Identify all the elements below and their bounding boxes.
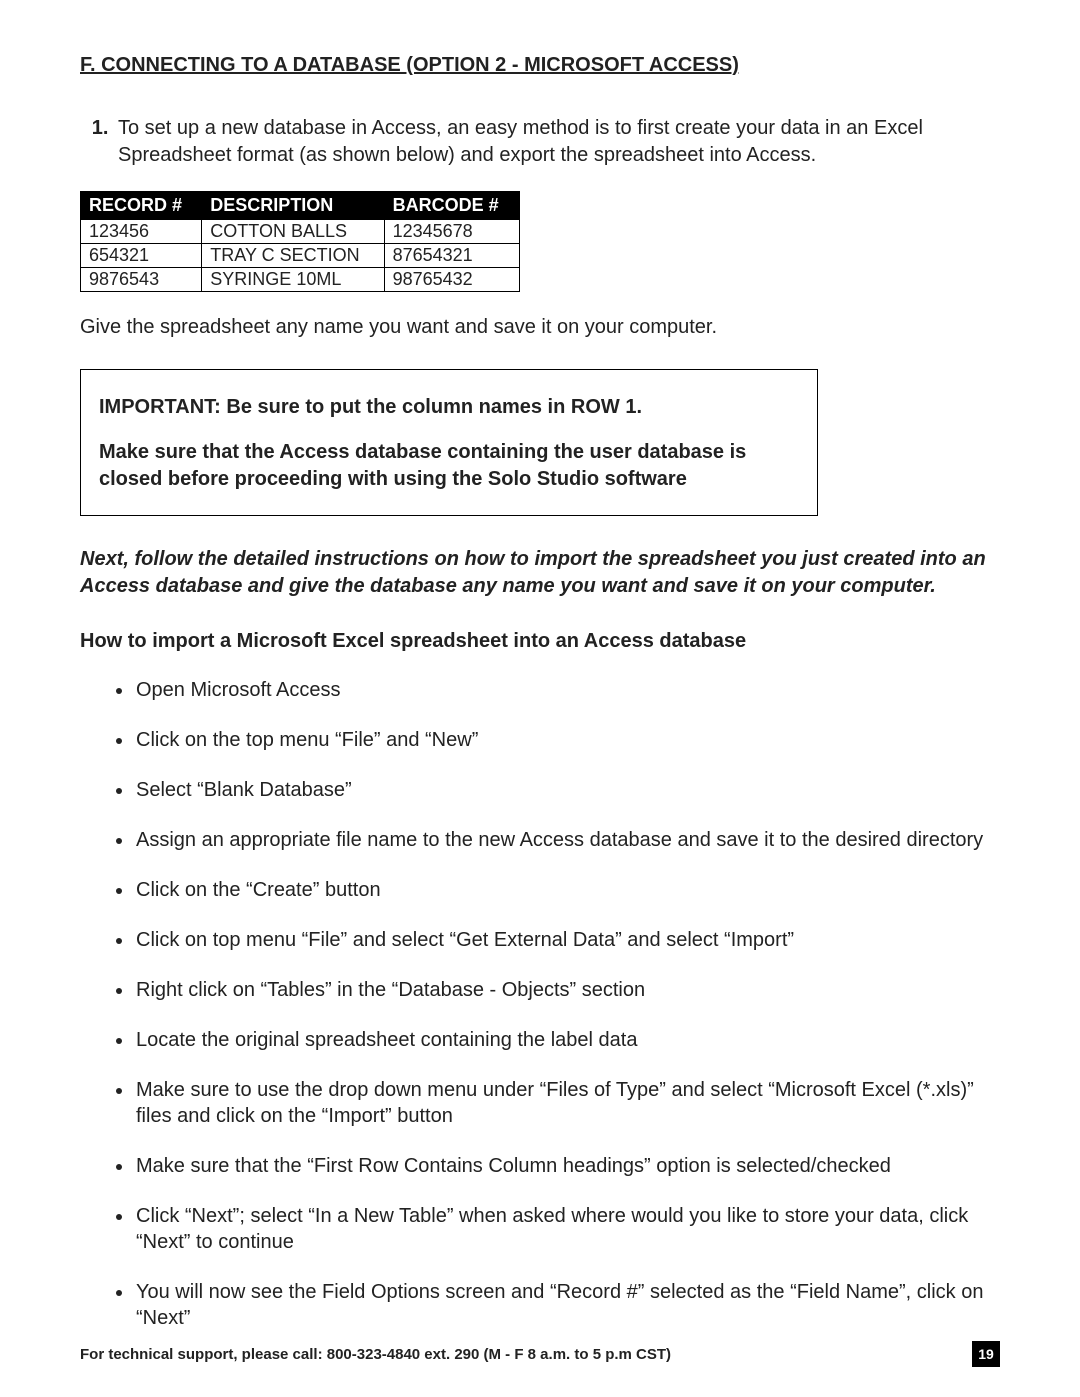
table-row: 123456 COTTON BALLS 12345678	[81, 220, 520, 244]
important-note-box: IMPORTANT: Be sure to put the column nam…	[80, 369, 818, 516]
cell-description: TRAY C SECTION	[202, 244, 384, 268]
list-item: Right click on “Tables” in the “Database…	[134, 977, 1000, 1003]
import-steps-list: Open Microsoft Access Click on the top m…	[80, 677, 1000, 1331]
list-item: Assign an appropriate file name to the n…	[134, 827, 1000, 853]
step-1: To set up a new database in Access, an e…	[114, 115, 1000, 169]
cell-record: 123456	[81, 220, 202, 244]
section-heading: F. CONNECTING TO A DATABASE (OPTION 2 - …	[80, 54, 1000, 77]
col-description: DESCRIPTION	[202, 192, 384, 220]
example-spreadsheet-table: RECORD # DESCRIPTION BARCODE # 123456 CO…	[80, 191, 520, 292]
list-item: Click “Next”; select “In a New Table” wh…	[134, 1203, 1000, 1255]
document-page: F. CONNECTING TO A DATABASE (OPTION 2 - …	[0, 0, 1080, 1397]
col-record: RECORD #	[81, 192, 202, 220]
list-item: Make sure that the “First Row Contains C…	[134, 1153, 1000, 1179]
save-instruction: Give the spreadsheet any name you want a…	[80, 314, 1000, 341]
page-footer: For technical support, please call: 800-…	[80, 1341, 1000, 1367]
col-barcode: BARCODE #	[384, 192, 519, 220]
cell-barcode: 98765432	[384, 268, 519, 292]
next-instruction: Next, follow the detailed instructions o…	[80, 546, 1000, 600]
cell-barcode: 87654321	[384, 244, 519, 268]
table-header-row: RECORD # DESCRIPTION BARCODE #	[81, 192, 520, 220]
support-text: For technical support, please call: 800-…	[80, 1346, 671, 1363]
page-number: 19	[972, 1341, 1000, 1367]
list-item: Make sure to use the drop down menu unde…	[134, 1077, 1000, 1129]
list-item: You will now see the Field Options scree…	[134, 1279, 1000, 1331]
important-line-1: IMPORTANT: Be sure to put the column nam…	[99, 394, 799, 421]
cell-record: 9876543	[81, 268, 202, 292]
cell-record: 654321	[81, 244, 202, 268]
numbered-steps: To set up a new database in Access, an e…	[80, 115, 1000, 169]
list-item: Click on the top menu “File” and “New”	[134, 727, 1000, 753]
list-item: Click on the “Create” button	[134, 877, 1000, 903]
list-item: Select “Blank Database”	[134, 777, 1000, 803]
table-row: 654321 TRAY C SECTION 87654321	[81, 244, 520, 268]
cell-description: SYRINGE 10ML	[202, 268, 384, 292]
important-line-2: Make sure that the Access database conta…	[99, 439, 799, 493]
list-item: Locate the original spreadsheet containi…	[134, 1027, 1000, 1053]
list-item: Open Microsoft Access	[134, 677, 1000, 703]
table-row: 9876543 SYRINGE 10ML 98765432	[81, 268, 520, 292]
cell-description: COTTON BALLS	[202, 220, 384, 244]
cell-barcode: 12345678	[384, 220, 519, 244]
list-item: Click on top menu “File” and select “Get…	[134, 927, 1000, 953]
import-subheading: How to import a Microsoft Excel spreadsh…	[80, 630, 1000, 653]
